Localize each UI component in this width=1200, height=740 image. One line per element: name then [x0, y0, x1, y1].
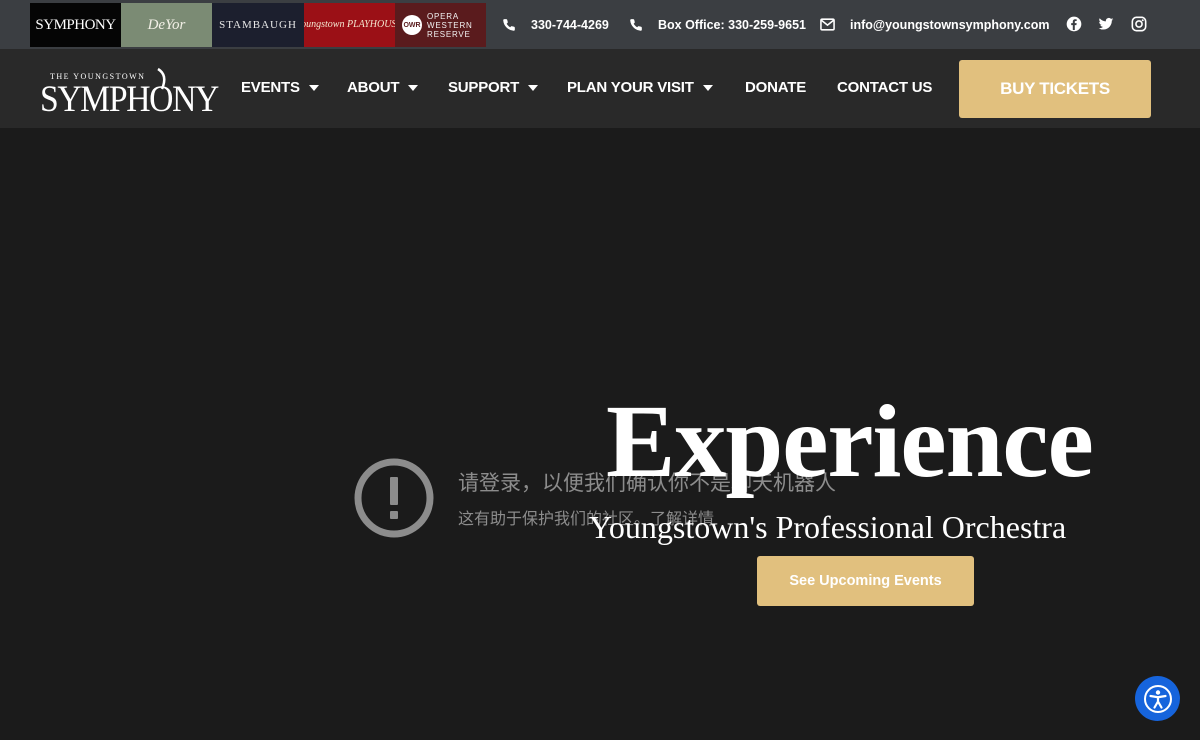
logo-big-text: SYMPHONY — [40, 79, 219, 115]
main-navigation: THE YOUNGSTOWN SYMPHONY EVENTS ABOUT SUP… — [0, 49, 1200, 128]
top-bar: SYMPHONY DeYor STAMBAUGH Youngstown PLAY… — [0, 0, 1200, 49]
nav-events[interactable]: EVENTS — [241, 79, 319, 96]
venue-opera-text: OPERA WESTERN RESERVE — [427, 11, 473, 39]
phone-icon — [630, 18, 642, 31]
facebook-icon[interactable] — [1066, 16, 1082, 32]
hero-section: 请登录，以便我们确认你不是聊天机器人 这有助于保护我们的社区。了解详情 Expe… — [0, 128, 1200, 740]
nav-contact-label: CONTACT US — [837, 79, 933, 96]
email-text: info@youngstownsymphony.com — [850, 17, 1050, 32]
buy-tickets-button[interactable]: BUY TICKETS — [959, 60, 1151, 118]
venue-symphony-logo[interactable]: SYMPHONY — [30, 3, 121, 47]
see-upcoming-events-label: See Upcoming Events — [789, 573, 942, 589]
email-link[interactable]: info@youngstownsymphony.com — [820, 0, 1049, 49]
buy-tickets-label: BUY TICKETS — [1000, 79, 1110, 98]
chevron-down-icon — [702, 84, 713, 91]
chevron-down-icon — [408, 84, 419, 91]
nav-donate-label: DONATE — [745, 79, 807, 96]
venue-playhouse-text: Youngstown PLAYHOUSE — [304, 19, 395, 30]
box-office-text: Box Office: 330-259-9651 — [658, 17, 806, 32]
phone-text: 330-744-4269 — [531, 17, 609, 32]
nav-support[interactable]: SUPPORT — [448, 79, 539, 96]
venue-deyor-logo[interactable]: DeYor — [121, 3, 212, 47]
envelope-icon — [820, 18, 835, 31]
hero-title: Experience — [606, 384, 1094, 499]
phone-link[interactable]: 330-744-4269 — [502, 0, 609, 49]
nav-donate[interactable]: DONATE — [745, 79, 806, 96]
see-upcoming-events-button[interactable]: See Upcoming Events — [757, 556, 974, 606]
venue-logos: SYMPHONY DeYor STAMBAUGH Youngstown PLAY… — [30, 3, 486, 47]
venue-symphony-text: SYMPHONY — [35, 16, 116, 33]
nav-plan-label: PLAN YOUR VISIT — [567, 79, 694, 96]
opera-badge: OWR — [402, 15, 422, 35]
alert-icon — [354, 458, 434, 538]
chevron-down-icon — [308, 84, 319, 91]
nav-events-label: EVENTS — [241, 79, 300, 96]
venue-playhouse-logo[interactable]: Youngstown PLAYHOUSE — [304, 3, 395, 47]
venue-stambaugh-text: STAMBAUGH — [219, 18, 297, 31]
nav-about-label: ABOUT — [347, 79, 400, 96]
instagram-icon[interactable] — [1131, 16, 1147, 32]
accessibility-button[interactable] — [1135, 676, 1180, 721]
nav-plan-your-visit[interactable]: PLAN YOUR VISIT — [567, 79, 713, 96]
box-office-link[interactable]: Box Office: 330-259-9651 — [629, 0, 806, 49]
nav-support-label: SUPPORT — [448, 79, 520, 96]
venue-deyor-text: DeYor — [147, 16, 186, 33]
symphony-logo[interactable]: THE YOUNGSTOWN SYMPHONY — [40, 65, 220, 115]
hero-subtitle: Youngstown's Professional Orchestra — [589, 509, 1067, 545]
chevron-down-icon — [528, 84, 539, 91]
nav-contact-us[interactable]: CONTACT US — [837, 79, 932, 96]
venue-stambaugh-logo[interactable]: STAMBAUGH — [212, 3, 304, 47]
phone-icon — [503, 18, 515, 31]
twitter-icon[interactable] — [1098, 16, 1114, 32]
accessibility-icon — [1143, 684, 1172, 713]
nav-about[interactable]: ABOUT — [347, 79, 419, 96]
venue-opera-logo[interactable]: OWR OPERA WESTERN RESERVE — [395, 3, 486, 47]
